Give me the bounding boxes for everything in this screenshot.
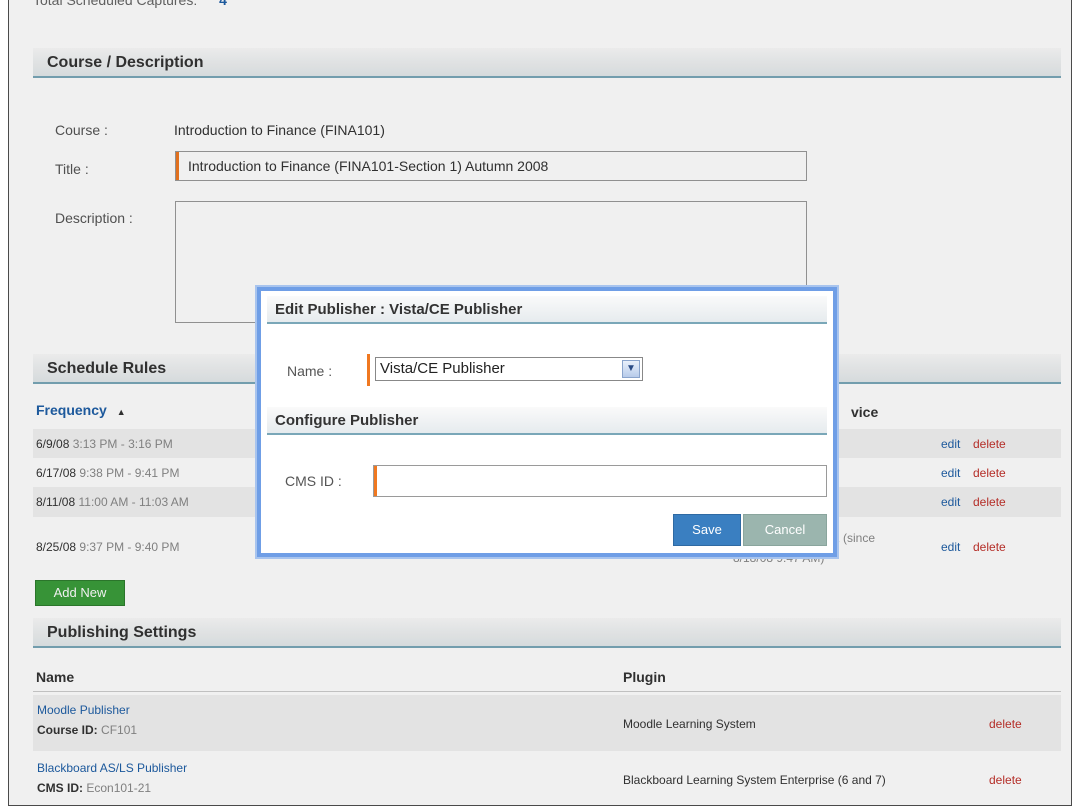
sort-ascending-icon: ▲ [116,407,126,417]
course-value: Introduction to Finance (FINA101) [174,122,385,138]
publisher-select-value: Vista/CE Publisher [380,360,505,377]
row-device-note: (since [843,531,876,545]
schedule-section-title: Schedule Rules [47,360,167,377]
row-date: 8/25/08 [36,540,77,554]
row-date: 6/17/08 [36,466,77,480]
course-section-title: Course / Description [47,54,204,71]
title-label: Title : [55,161,89,177]
publisher-id: CMS ID: Econ101-21 [37,781,151,795]
cancel-button[interactable]: Cancel [743,514,827,546]
description-label: Description : [55,210,133,226]
course-label: Course : [55,122,108,138]
required-marker [176,152,179,180]
name-label: Name : [287,363,333,379]
configure-title: Configure Publisher [275,412,419,429]
name-column-header: Name [36,669,75,685]
cms-id-label: CMS ID : [285,473,342,489]
publishing-section-title: Publishing Settings [47,624,197,641]
total-scheduled-label: Total Scheduled Captures: [33,0,198,8]
device-column-header: vice [851,404,879,420]
delete-link[interactable]: delete [973,437,1006,451]
row-date-time: 8/25/08 9:37 PM - 9:40 PM [36,540,179,554]
frequency-column-header[interactable]: Frequency ▲ [36,402,126,418]
row-time: 11:00 AM - 11:03 AM [78,495,189,509]
publisher-select[interactable]: Vista/CE Publisher ▼ [375,357,643,381]
edit-link[interactable]: edit [941,495,960,509]
row-date-time: 6/17/08 9:38 PM - 9:41 PM [36,466,179,480]
row-date-time: 8/11/08 11:00 AM - 11:03 AM [36,495,189,509]
row-time: 9:37 PM - 9:40 PM [79,540,180,554]
edit-link[interactable]: edit [941,466,960,480]
delete-link[interactable]: delete [989,773,1022,787]
configure-header: Configure Publisher [267,407,827,435]
publishing-section-header: Publishing Settings [33,618,1061,648]
delete-link[interactable]: delete [989,717,1022,731]
title-input[interactable]: Introduction to Finance (FINA101-Section… [175,151,807,181]
edit-link[interactable]: edit [941,437,960,451]
dialog-title: Edit Publisher : Vista/CE Publisher [275,301,523,318]
title-input-value: Introduction to Finance (FINA101-Section… [188,158,549,174]
edit-link[interactable]: edit [941,540,960,554]
plugin-column-header: Plugin [623,669,666,685]
required-marker [367,354,370,386]
row-date-time: 6/9/08 3:13 PM - 3:16 PM [36,437,173,451]
publisher-plugin: Moodle Learning System [623,717,756,731]
course-section-header: Course / Description [33,48,1061,78]
save-button[interactable]: Save [673,514,741,546]
total-scheduled: Total Scheduled Captures: 4 [33,0,227,8]
dialog-header: Edit Publisher : Vista/CE Publisher [267,296,827,324]
publisher-id-value: CF101 [101,723,138,737]
table-row: Moodle Publisher Course ID: CF101 Moodle… [33,695,1061,751]
publisher-name-link[interactable]: Blackboard AS/LS Publisher [37,761,187,775]
delete-link[interactable]: delete [973,466,1006,480]
frequency-sort-link[interactable]: Frequency [36,402,107,418]
edit-publisher-dialog: Edit Publisher : Vista/CE Publisher Name… [257,287,837,557]
publisher-id-label: CMS ID: [37,781,83,795]
delete-link[interactable]: delete [973,495,1006,509]
delete-link[interactable]: delete [973,540,1006,554]
publisher-id: Course ID: CF101 [37,723,137,737]
publisher-plugin: Blackboard Learning System Enterprise (6… [623,773,886,787]
chevron-down-icon[interactable]: ▼ [622,360,640,378]
publisher-id-value: Econ101-21 [86,781,152,795]
table-row: Blackboard AS/LS Publisher CMS ID: Econ1… [33,751,1061,805]
publisher-id-label: Course ID: [37,723,98,737]
row-time: 3:13 PM - 3:16 PM [72,437,173,451]
row-time: 9:38 PM - 9:41 PM [79,466,180,480]
row-date: 6/9/08 [36,437,70,451]
total-scheduled-value: 4 [219,0,227,8]
add-new-button[interactable]: Add New [35,580,125,606]
required-marker [374,466,377,496]
row-date: 8/11/08 [36,495,76,509]
divider [33,691,1061,692]
cms-id-input[interactable] [373,465,827,497]
publisher-name-link[interactable]: Moodle Publisher [37,703,130,717]
